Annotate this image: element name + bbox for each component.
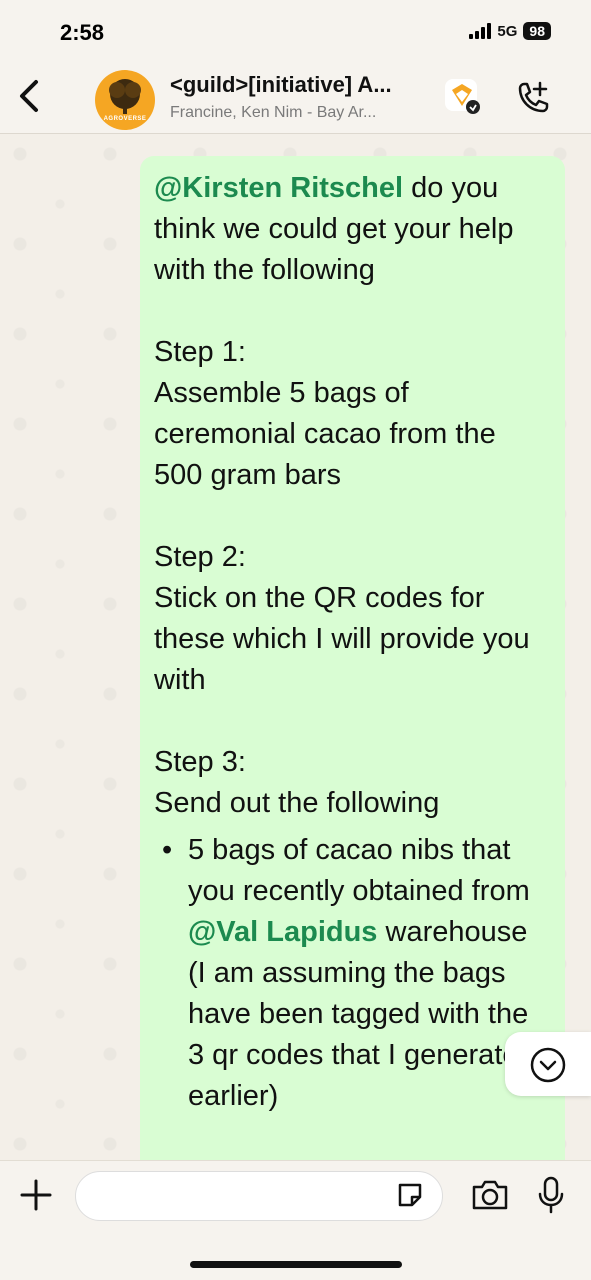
list-item: 5 bags of cacao nibs that you recently o… (154, 830, 551, 1117)
attach-button[interactable] (18, 1177, 54, 1213)
step1-text: Assemble 5 bags of ceremonial cacao from… (154, 377, 496, 491)
bullet-list: 5 bags of cacao nibs that you recently o… (154, 830, 551, 1117)
status-time: 2:58 (60, 20, 105, 45)
network-label: 5G (497, 22, 518, 40)
plus-icon (20, 1179, 52, 1211)
chat-header: AGROVERSE <guild>[initiative] A... Franc… (0, 62, 591, 134)
add-call-icon (518, 81, 549, 113)
sticker-icon (398, 1183, 422, 1207)
group-avatar[interactable]: AGROVERSE (95, 70, 155, 130)
message-bubble[interactable]: @Kirsten Ritschel do you think we could … (140, 156, 565, 1160)
avatar-label: AGROVERSE (103, 116, 147, 122)
chat-subtitle[interactable]: Francine, Ken Nim - Bay Ar... (170, 104, 376, 122)
message-input[interactable] (75, 1171, 443, 1221)
message-intro: @Kirsten Ritschel do you think we could … (154, 168, 551, 291)
step3-title: Step 3: (154, 746, 246, 778)
step2-title: Step 2: (154, 541, 246, 573)
step2-text: Stick on the QR codes for these which I … (154, 582, 530, 696)
mic-icon (538, 1176, 564, 1214)
sticker-button[interactable] (394, 1179, 426, 1211)
step3-text: Send out the following (154, 787, 440, 819)
input-bar (0, 1160, 591, 1280)
app-badge-icon[interactable] (442, 76, 482, 116)
status-bar: 2:58 5G 98 (0, 0, 591, 62)
camera-icon (472, 1180, 508, 1210)
bullet1-text-a: 5 bags of cacao nibs that you recently o… (188, 834, 530, 907)
battery-badge: 98 (523, 22, 551, 40)
mention-val[interactable]: @Val Lapidus (188, 916, 377, 948)
step1-title: Step 1: (154, 336, 246, 368)
chevron-down-icon (530, 1047, 566, 1083)
signal-icon (469, 23, 492, 39)
camera-button[interactable] (470, 1177, 510, 1213)
chat-area[interactable]: @Kirsten Ritschel do you think we could … (0, 134, 591, 1160)
scroll-to-bottom-button[interactable] (505, 1032, 591, 1096)
mention-kirsten[interactable]: @Kirsten Ritschel (154, 172, 403, 204)
chat-title[interactable]: <guild>[initiative] A... (170, 72, 392, 98)
status-indicators: 5G 98 (469, 22, 551, 40)
back-chevron-icon (20, 80, 38, 112)
home-indicator (190, 1261, 402, 1268)
mic-button[interactable] (536, 1175, 566, 1215)
add-call-button[interactable] (512, 78, 552, 118)
back-button[interactable] (12, 76, 48, 116)
